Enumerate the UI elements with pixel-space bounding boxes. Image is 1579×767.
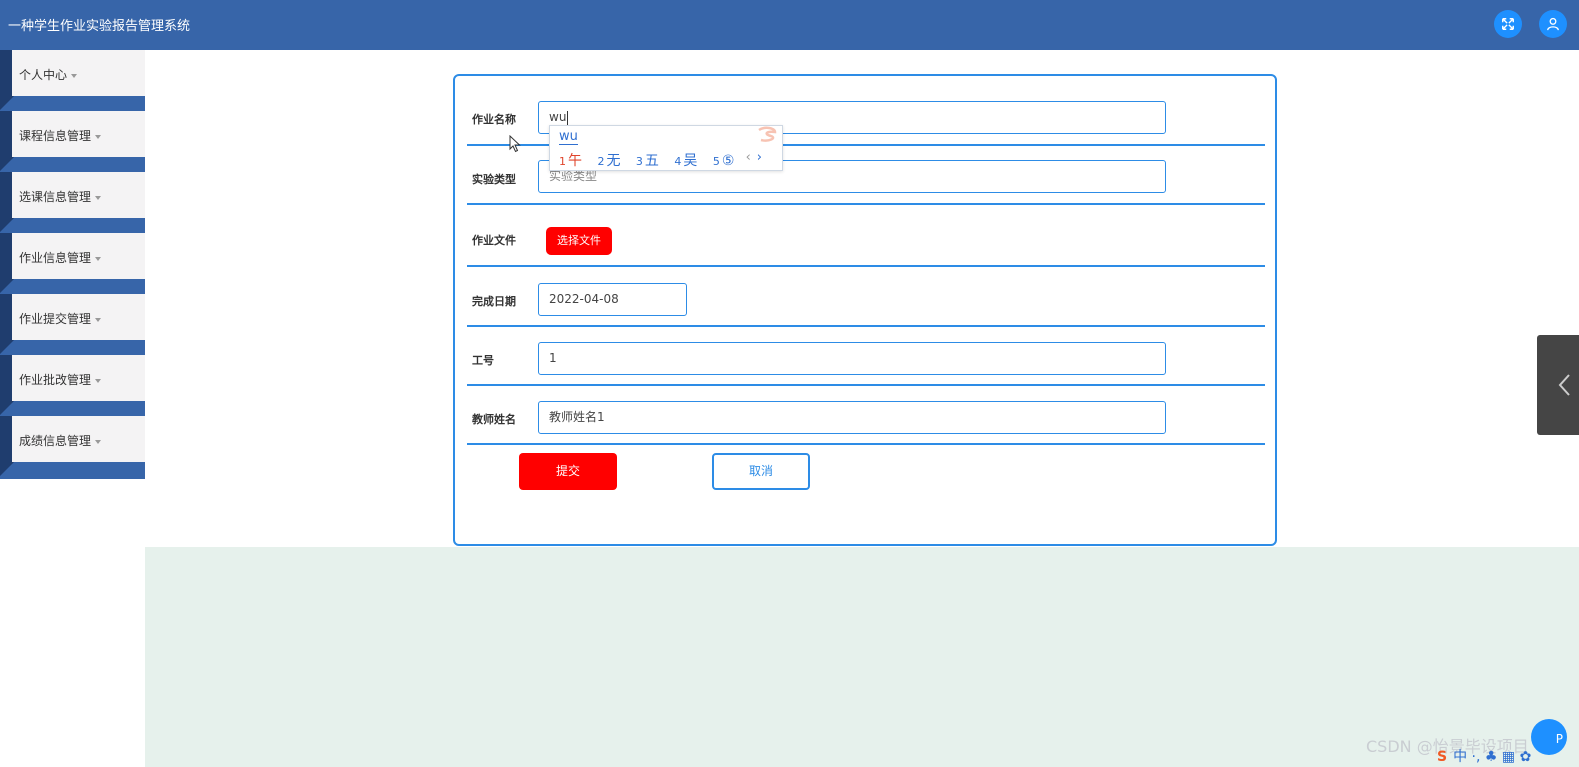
sidebar-item-homework-submission[interactable]: 作业提交管理 (0, 294, 145, 355)
sidebar-item-homework-info[interactable]: 作业信息管理 (0, 233, 145, 294)
ime-page-nav: ‹ › (746, 150, 762, 165)
sidebar-item-label: 选课信息管理 (19, 190, 92, 204)
sidebar-item-label: 作业批改管理 (19, 373, 92, 387)
sidebar-item-label: 作业信息管理 (19, 251, 92, 265)
ime-candidate[interactable]: 3五 (636, 150, 659, 170)
teacher-name-input[interactable]: 教师姓名1 (538, 401, 1166, 434)
due-date-label: 完成日期 (472, 295, 516, 308)
sidebar-item-personal-center[interactable]: 个人中心 (0, 50, 145, 111)
form-row-homework-file: 作业文件 选择文件 (467, 205, 1265, 267)
employee-id-label: 工号 (472, 354, 494, 367)
form-row-teacher-name: 教师姓名 教师姓名1 (467, 386, 1265, 445)
content-background (145, 547, 1579, 767)
teacher-name-label: 教师姓名 (472, 413, 516, 426)
homework-name-label: 作业名称 (472, 113, 516, 126)
due-date-input[interactable]: 2022-04-08 (538, 283, 687, 316)
ime-prev-icon[interactable]: ‹ (746, 150, 751, 165)
sidebar-item-score-info[interactable]: 成绩信息管理 (0, 416, 145, 477)
ime-candidate[interactable]: 2无 (597, 150, 620, 170)
sidebar-item-course-info[interactable]: 课程信息管理 (0, 111, 145, 172)
ime-brand-icon: S (1437, 749, 1448, 765)
side-collapse-tab[interactable] (1537, 335, 1579, 435)
ime-candidate[interactable]: 1午 (559, 150, 582, 170)
sidebar-item-label: 课程信息管理 (19, 129, 92, 143)
sidebar-item-label: 成绩信息管理 (19, 434, 92, 448)
fullscreen-button[interactable] (1494, 10, 1522, 38)
cancel-button[interactable]: 取消 (712, 453, 810, 490)
homework-file-label: 作业文件 (472, 234, 516, 247)
floating-action-button[interactable]: P (1531, 719, 1567, 755)
form-row-due-date: 完成日期 2022-04-08 (467, 267, 1265, 327)
user-button[interactable] (1539, 10, 1567, 38)
chevron-left-icon (1558, 374, 1570, 396)
employee-id-input[interactable]: 1 (538, 342, 1166, 375)
submit-button[interactable]: 提交 (519, 453, 617, 490)
top-bar: 一种学生作业实验报告管理系统 (0, 0, 1579, 50)
chevron-down-icon (95, 317, 102, 322)
chevron-down-icon (95, 256, 102, 261)
sidebar: 个人中心 课程信息管理 选课信息管理 作业信息管理 作业提交管理 作业批改管理 … (0, 50, 145, 479)
fullscreen-icon (1502, 18, 1514, 30)
choose-file-button[interactable]: 选择文件 (546, 227, 612, 255)
experiment-type-label: 实验类型 (472, 173, 516, 186)
sidebar-item-label: 个人中心 (19, 68, 68, 82)
ime-composition: wu (559, 129, 578, 145)
ime-candidate[interactable]: 5⑤ (713, 153, 735, 169)
ime-toolbar: S中 ·, ♣ ▦ ✿ (1437, 749, 1532, 765)
mouse-cursor-icon (509, 135, 521, 153)
form-row-employee-id: 工号 1 (467, 327, 1265, 386)
ime-logo-icon (758, 126, 777, 142)
sidebar-item-course-selection[interactable]: 选课信息管理 (0, 172, 145, 233)
ime-candidate-list: 1午 2无 3五 4吴 5⑤ (559, 150, 745, 170)
ime-next-icon[interactable]: › (757, 150, 762, 165)
user-icon (1547, 17, 1559, 31)
sidebar-item-homework-grading[interactable]: 作业批改管理 (0, 355, 145, 416)
chevron-down-icon (95, 439, 102, 444)
chevron-down-icon (71, 73, 78, 78)
chevron-down-icon (95, 195, 102, 200)
chevron-down-icon (95, 378, 102, 383)
app-title: 一种学生作业实验报告管理系统 (8, 19, 191, 34)
sidebar-item-label: 作业提交管理 (19, 312, 92, 326)
chevron-down-icon (95, 134, 102, 139)
text-caret (567, 110, 569, 125)
ime-candidate-popup: wu 1午 2无 3五 4吴 5⑤ ‹ › (549, 125, 783, 171)
ime-candidate[interactable]: 4吴 (674, 150, 697, 170)
